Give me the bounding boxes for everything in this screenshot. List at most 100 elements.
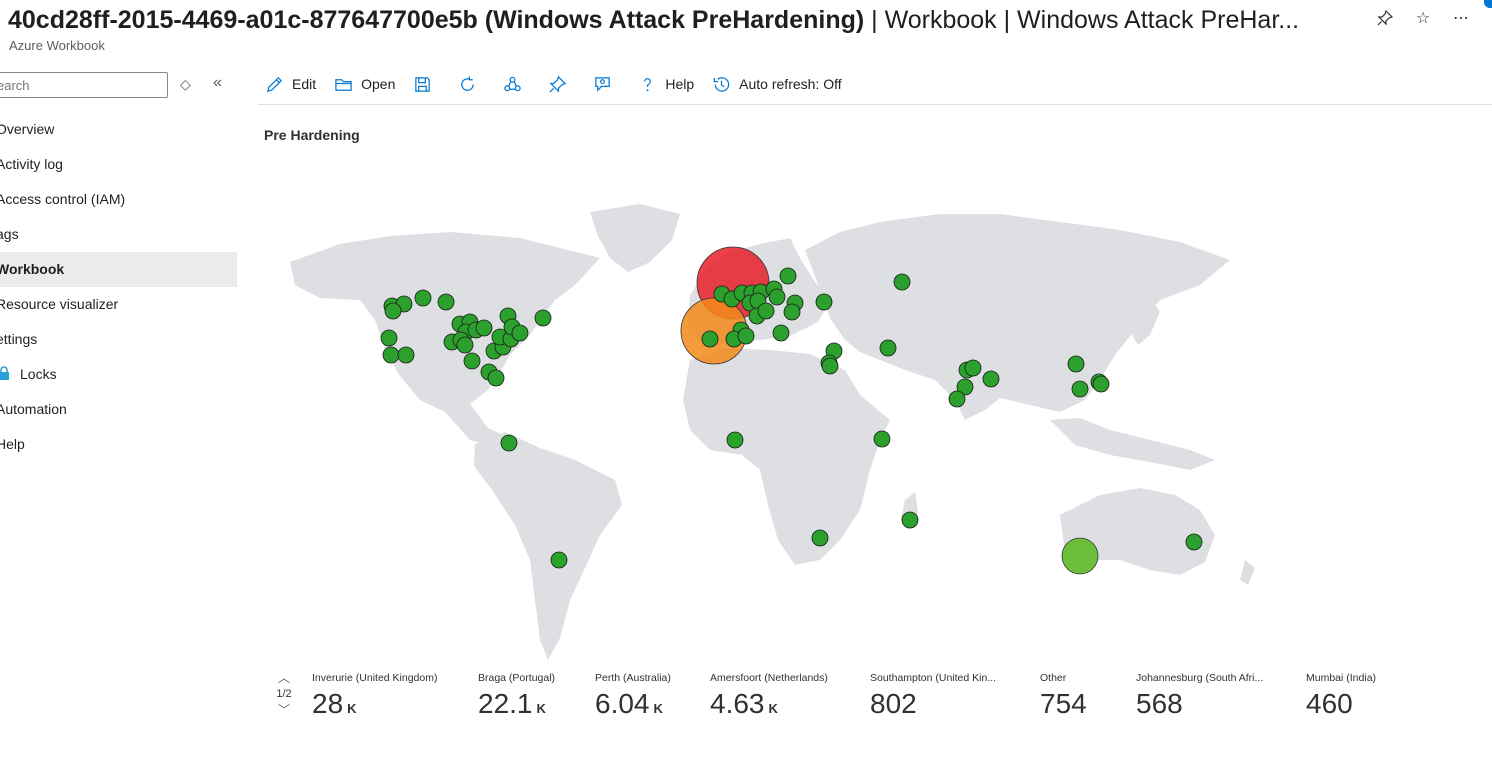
refresh-button[interactable] bbox=[458, 75, 477, 94]
tile-braga[interactable]: Braga (Portugal) 22.1 K bbox=[478, 672, 555, 727]
folder-icon bbox=[335, 78, 352, 91]
help-button[interactable]: Help bbox=[638, 75, 694, 94]
tile-mumbai[interactable]: Mumbai (India) 460 bbox=[1306, 672, 1376, 727]
bubble[interactable] bbox=[757, 302, 775, 320]
open-button[interactable]: Open bbox=[334, 75, 395, 94]
bubble[interactable] bbox=[1185, 533, 1203, 551]
bubble[interactable] bbox=[475, 319, 493, 337]
bubble[interactable] bbox=[815, 293, 833, 311]
sidebar-item-workbook[interactable]: Workbook bbox=[0, 252, 237, 287]
bubble[interactable] bbox=[500, 434, 518, 452]
world-map[interactable] bbox=[260, 190, 1270, 670]
tile-other[interactable]: Other 754 bbox=[1040, 672, 1091, 727]
help-label: Help bbox=[665, 76, 695, 92]
tile-label: Southampton (United Kin... bbox=[870, 672, 997, 684]
tile-pager: ︿ 1/2 ﹀ bbox=[274, 672, 294, 716]
tile-unit: K bbox=[347, 701, 357, 716]
chevron-down-icon[interactable]: ﹀ bbox=[274, 704, 294, 716]
pin-icon[interactable] bbox=[1376, 9, 1394, 28]
bubble[interactable] bbox=[811, 529, 829, 547]
sidebar-item-resource-visualizer[interactable]: Resource visualizer bbox=[0, 287, 237, 322]
bubble[interactable] bbox=[783, 303, 801, 321]
bubble[interactable] bbox=[463, 352, 481, 370]
star-icon[interactable]: ☆ bbox=[1414, 10, 1432, 28]
sidebar-item-activity-log[interactable]: Activity log bbox=[0, 147, 237, 182]
tile-label: Johannesburg (South Afri... bbox=[1136, 672, 1264, 684]
sidebar-item-settings[interactable]: ettings bbox=[0, 322, 237, 357]
tile-label: Amersfoort (Netherlands) bbox=[710, 672, 828, 684]
sidebar-item-label: Access control (IAM) bbox=[0, 191, 126, 207]
bubble[interactable] bbox=[948, 390, 966, 408]
bubble-perth[interactable] bbox=[1061, 537, 1099, 575]
sort-icon[interactable]: ◇ bbox=[180, 76, 191, 93]
tile-johannesburg[interactable]: Johannesburg (South Afri... 568 bbox=[1136, 672, 1263, 727]
sidebar-item-automation[interactable]: Automation bbox=[0, 392, 237, 427]
azure-logo bbox=[1484, 0, 1492, 8]
tile-inverurie[interactable]: Inverurie (United Kingdom) 28 K bbox=[312, 672, 437, 727]
bubble[interactable] bbox=[384, 302, 402, 320]
save-button[interactable] bbox=[413, 75, 432, 94]
tile-perth[interactable]: Perth (Australia) 6.04 K bbox=[595, 672, 671, 727]
tile-value: 568 bbox=[1136, 686, 1263, 727]
pin-button[interactable] bbox=[548, 75, 567, 94]
command-bar: Edit Open Help Auto refresh: Off bbox=[265, 70, 860, 98]
bubble[interactable] bbox=[380, 329, 398, 347]
pin-icon bbox=[549, 75, 567, 93]
bubble[interactable] bbox=[456, 336, 474, 354]
bubble[interactable] bbox=[873, 430, 891, 448]
sidebar-item-access-control[interactable]: Access control (IAM) bbox=[0, 182, 237, 217]
sidebar-item-label: Workbook bbox=[0, 261, 65, 277]
bubble[interactable] bbox=[382, 346, 400, 364]
edit-button[interactable]: Edit bbox=[265, 75, 316, 94]
bubble[interactable] bbox=[1092, 375, 1110, 393]
bubble[interactable] bbox=[487, 369, 505, 387]
tile-label: Perth (Australia) bbox=[595, 672, 671, 684]
tile-amersfoort[interactable]: Amersfoort (Netherlands) 4.63 K bbox=[710, 672, 828, 727]
auto-refresh-button[interactable]: Auto refresh: Off bbox=[712, 75, 842, 94]
bubble[interactable] bbox=[397, 346, 415, 364]
bubble[interactable] bbox=[772, 324, 790, 342]
bubble[interactable] bbox=[821, 357, 839, 375]
history-icon bbox=[713, 76, 730, 92]
bubble[interactable] bbox=[901, 511, 919, 529]
edit-label: Edit bbox=[292, 76, 317, 92]
share-button[interactable] bbox=[503, 75, 522, 94]
share-icon bbox=[504, 76, 522, 91]
sidebar-search-input[interactable] bbox=[0, 72, 168, 98]
feedback-button[interactable] bbox=[593, 75, 612, 94]
lock-icon bbox=[0, 366, 9, 380]
bubble[interactable] bbox=[982, 370, 1000, 388]
more-icon[interactable]: ⋯ bbox=[1452, 10, 1470, 28]
bubble[interactable] bbox=[1071, 380, 1089, 398]
bubble[interactable] bbox=[737, 327, 755, 345]
sidebar-item-overview[interactable]: Overview bbox=[0, 112, 237, 147]
tile-unit: K bbox=[536, 701, 546, 716]
page-title: 40cd28ff-2015-4469-a01c-877647700e5b (Wi… bbox=[8, 4, 1358, 36]
bubble[interactable] bbox=[964, 359, 982, 377]
sidebar-item-tags[interactable]: ags bbox=[0, 217, 237, 252]
bubble[interactable] bbox=[511, 324, 529, 342]
collapse-icon[interactable]: « bbox=[213, 74, 222, 92]
tile-number: 4.63 bbox=[710, 688, 765, 719]
sidebar-nav: Overview Activity log Access control (IA… bbox=[0, 112, 237, 462]
tile-value: 754 bbox=[1040, 686, 1091, 727]
sidebar-item-locks[interactable]: Locks bbox=[0, 357, 237, 392]
tile-label: Other bbox=[1040, 672, 1067, 684]
bubble[interactable] bbox=[779, 267, 797, 285]
sidebar-item-help[interactable]: Help bbox=[0, 427, 237, 462]
bubble[interactable] bbox=[701, 330, 719, 348]
bubble[interactable] bbox=[534, 309, 552, 327]
bubble[interactable] bbox=[437, 293, 455, 311]
bubble[interactable] bbox=[1067, 355, 1085, 373]
sidebar-item-label: Overview bbox=[0, 121, 55, 137]
chevron-up-icon[interactable]: ︿ bbox=[274, 672, 294, 684]
bubble[interactable] bbox=[768, 288, 786, 306]
tile-unit: K bbox=[653, 701, 663, 716]
bubble[interactable] bbox=[550, 551, 568, 569]
bubble[interactable] bbox=[414, 289, 432, 307]
bubble[interactable] bbox=[893, 273, 911, 291]
bubble[interactable] bbox=[879, 339, 897, 357]
bubble[interactable] bbox=[726, 431, 744, 449]
tile-label: Inverurie (United Kingdom) bbox=[312, 672, 438, 684]
tile-southampton[interactable]: Southampton (United Kin... 802 bbox=[870, 672, 996, 727]
